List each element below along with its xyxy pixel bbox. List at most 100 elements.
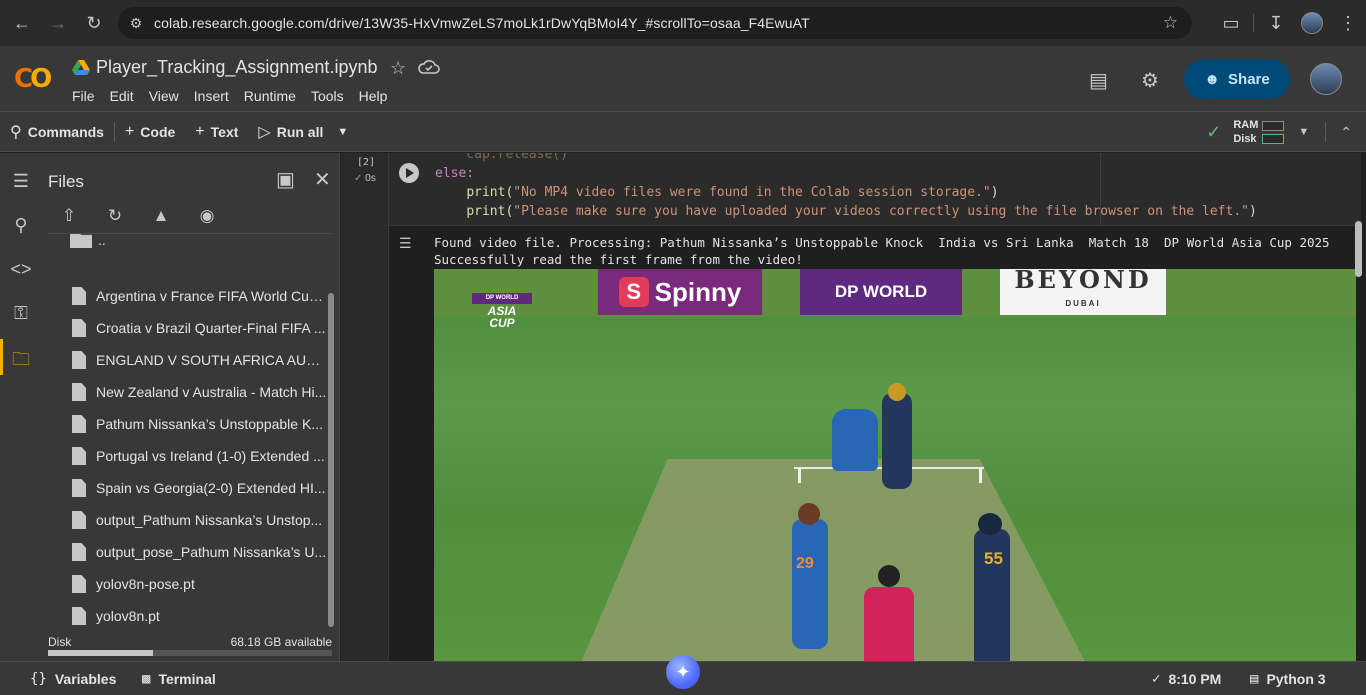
refresh-icon[interactable]: ↻ — [102, 206, 128, 226]
toolbar-divider — [1253, 14, 1254, 32]
run-cell-button[interactable] — [399, 163, 419, 183]
hide-files-icon[interactable]: ◉ — [194, 206, 220, 226]
menu-runtime[interactable]: Runtime — [244, 88, 303, 104]
open-in-tab-icon[interactable]: ▣ — [276, 167, 295, 192]
search-icon: ⚲ — [10, 123, 22, 141]
star-icon[interactable]: ☆ — [390, 58, 406, 79]
terminal-button[interactable]: ▩ Terminal — [142, 671, 216, 687]
file-icon — [72, 447, 86, 465]
colab-logo[interactable]: CO — [14, 64, 52, 94]
menu-insert[interactable]: Insert — [194, 88, 236, 104]
upload-file-icon[interactable]: ⇧ — [56, 206, 82, 226]
url-text[interactable]: colab.research.google.com/drive/13W35-Hx… — [154, 15, 810, 31]
file-item[interactable]: output_Pathum Nissanka’s Unstop... — [48, 504, 332, 536]
files-title: Files — [48, 172, 84, 191]
file-icon — [72, 351, 86, 369]
files-folder-icon[interactable]: 🗀 — [0, 347, 42, 377]
file-icon — [72, 543, 86, 561]
account-avatar[interactable] — [1310, 63, 1342, 95]
mount-drive-icon[interactable]: ▲ — [148, 206, 174, 226]
collapse-chevron-up-icon[interactable]: ⌃ — [1340, 124, 1352, 141]
menu-help[interactable]: Help — [359, 88, 395, 104]
file-item[interactable]: Argentina v France FIFA World Cup... — [48, 280, 332, 312]
menu-view[interactable]: View — [149, 88, 186, 104]
menu-tools[interactable]: Tools — [311, 88, 351, 104]
terminal-label: Terminal — [158, 671, 216, 687]
comments-icon[interactable]: ▤ — [1089, 68, 1108, 93]
files-scrollbar[interactable] — [328, 293, 334, 627]
site-info-icon[interactable]: ⚙ — [118, 15, 154, 32]
status-time: 8:10 PM — [1168, 671, 1222, 687]
parent-folder-row[interactable]: .. — [48, 233, 332, 256]
file-item[interactable]: ENGLAND V SOUTH AFRICA AUTU... — [48, 344, 332, 376]
reload-icon[interactable]: ↻ — [76, 5, 112, 41]
execution-time-status[interactable]: ✓ 8:10 PM — [1152, 671, 1221, 687]
file-item[interactable]: yolov8n-pose.pt — [48, 568, 332, 600]
add-text-button[interactable]: + Text — [185, 123, 248, 141]
profile-avatar[interactable] — [1294, 5, 1330, 41]
download-icon[interactable]: ↧ — [1258, 5, 1294, 41]
file-item[interactable]: Croatia v Brazil Quarter-Final FIFA ... — [48, 312, 332, 344]
code-text[interactable]: cap.release() else: print("No MP4 video … — [435, 153, 1257, 221]
file-item[interactable]: Spain vs Georgia(2-0) Extended HI... — [48, 472, 332, 504]
notebook-scrollbar[interactable] — [1355, 221, 1362, 277]
extensions-icon[interactable]: ▭ — [1213, 5, 1249, 41]
disk-available: 68.18 GB available — [230, 635, 332, 649]
file-name: yolov8n.pt — [96, 608, 160, 624]
resource-meter[interactable] — [1262, 120, 1285, 144]
beyond-ad: BEYOND DUBAI — [1000, 269, 1166, 315]
code-snippets-icon[interactable]: <> — [0, 259, 42, 280]
file-item[interactable]: Pathum Nissanka’s Unstoppable K... — [48, 408, 332, 440]
umpire — [864, 565, 914, 661]
spinny-logo-icon: S — [618, 277, 649, 307]
table-of-contents-icon[interactable]: ☰ — [0, 171, 42, 192]
video-frame-image: S Spinny DP WORLD BEYOND DUBAI DP WORLD AS… — [434, 269, 1356, 661]
files-panel: Files ▣ ✕ ⇧ ↻ ▲ ◉ .. Argentina v France … — [42, 153, 340, 661]
settings-gear-icon[interactable]: ⚙ — [1141, 68, 1159, 93]
file-icon — [72, 607, 86, 625]
file-item[interactable]: yolov8n.pt — [48, 600, 332, 632]
jersey-number: 29 — [796, 555, 814, 572]
bookmark-star-icon[interactable]: ☆ — [1163, 13, 1178, 33]
browser-menu-icon[interactable]: ⋮ — [1330, 5, 1366, 41]
back-icon[interactable]: ← — [4, 5, 40, 41]
browser-toolbar: ← → ↻ ⚙ colab.research.google.com/drive/… — [0, 0, 1366, 46]
run-all-button[interactable]: ▷ Run all ▼ — [248, 122, 358, 142]
file-tree: .. Argentina v France FIFA World Cup... … — [48, 233, 332, 633]
cloud-saved-icon[interactable] — [418, 59, 440, 75]
secrets-key-icon[interactable]: ⚿ — [0, 303, 42, 324]
execution-time: 0s — [365, 173, 376, 184]
file-item[interactable]: output_pose_Pathum Nissanka’s U... — [48, 536, 332, 568]
commands-button[interactable]: ⚲ Commands — [0, 122, 114, 142]
close-icon[interactable]: ✕ — [314, 167, 331, 192]
chevron-down-icon[interactable]: ▼ — [337, 126, 348, 138]
gemini-sparkle-button[interactable]: ✦ — [666, 655, 700, 689]
plus-icon: + — [124, 122, 135, 140]
menu-edit[interactable]: Edit — [110, 88, 141, 104]
output-actions-icon[interactable]: ☰ — [399, 235, 412, 252]
braces-icon: {} — [30, 671, 47, 687]
disk-usage-bar — [48, 650, 332, 656]
runtime-status[interactable]: ▤ Python 3 — [1250, 671, 1326, 687]
resource-labels[interactable]: RAM Disk — [1233, 118, 1258, 146]
file-icon — [72, 479, 86, 497]
notebook-title[interactable]: Player_Tracking_Assignment.ipynb — [96, 57, 377, 78]
jersey-number: 55 — [984, 549, 1003, 568]
logo-tag: DP WORLD — [472, 293, 532, 304]
forward-icon[interactable]: → — [40, 5, 76, 41]
chevron-down-icon[interactable]: ▼ — [1298, 126, 1309, 138]
parent-folder-label: .. — [98, 233, 106, 248]
variables-button[interactable]: {} Variables — [30, 671, 116, 687]
find-replace-icon[interactable]: ⚲ — [0, 215, 42, 236]
add-code-button[interactable]: + Code — [115, 123, 185, 141]
code-cell-editor[interactable]: cap.release() else: print("No MP4 video … — [389, 153, 1361, 226]
file-name: output_Pathum Nissanka’s Unstop... — [96, 512, 323, 528]
address-bar[interactable]: ⚙ colab.research.google.com/drive/13W35-… — [118, 7, 1192, 39]
file-item[interactable]: New Zealand v Australia - Match Hi... — [48, 376, 332, 408]
variables-label: Variables — [54, 671, 117, 687]
menu-file[interactable]: File — [72, 88, 102, 104]
file-name: yolov8n-pose.pt — [96, 576, 195, 592]
beyond-text: BEYOND — [1014, 269, 1152, 294]
file-item[interactable]: Portugal vs Ireland (1-0) Extended ... — [48, 440, 332, 472]
share-button[interactable]: ☻ Share — [1184, 59, 1290, 99]
